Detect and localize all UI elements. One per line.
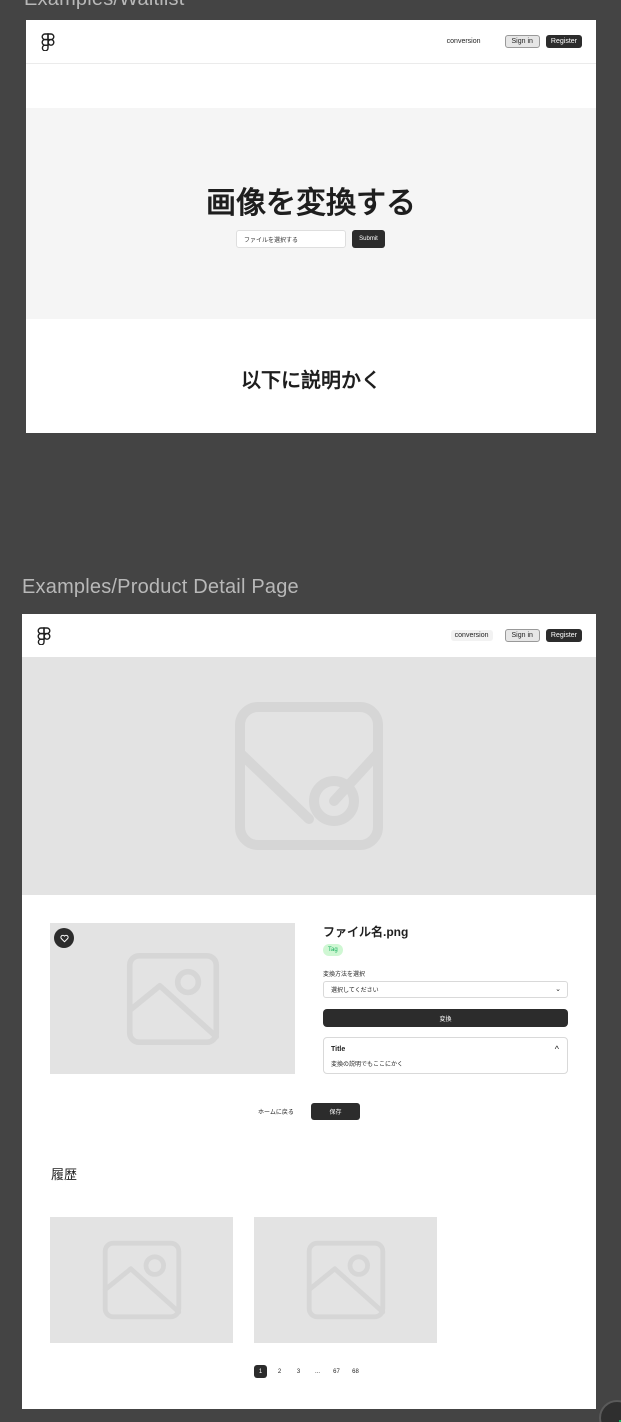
pagination: 1 2 3 ... 67 68 bbox=[254, 1365, 362, 1378]
register-button[interactable]: Register bbox=[545, 629, 582, 642]
file-select-input[interactable]: ファイルを選択する bbox=[236, 230, 346, 248]
page-button-2[interactable]: 2 bbox=[273, 1365, 286, 1378]
banner-image bbox=[22, 657, 596, 895]
register-button[interactable]: Register bbox=[545, 35, 582, 48]
nav-link-conversion[interactable]: conversion bbox=[450, 630, 493, 641]
product-detail-frame: conversion Sign in Register ファイル名.png Ta… bbox=[22, 614, 596, 1409]
accordion-item[interactable]: Title ^ 変換の説明でもここにかく bbox=[323, 1037, 568, 1074]
history-title: 履歴 bbox=[51, 1167, 78, 1182]
frame-label-product: Examples/Product Detail Page bbox=[22, 576, 299, 598]
page-button-1[interactable]: 1 bbox=[254, 1365, 267, 1378]
hero-title: 画像を変換する bbox=[206, 187, 416, 220]
nav-actions: conversion Sign in Register bbox=[443, 35, 582, 48]
image-placeholder-icon bbox=[235, 702, 383, 850]
figma-logo-icon[interactable] bbox=[41, 33, 55, 51]
nav-link-conversion[interactable]: conversion bbox=[443, 36, 485, 47]
select-label: 変換方法を選択 bbox=[323, 972, 366, 978]
image-placeholder-icon bbox=[102, 1240, 181, 1320]
chevron-up-icon[interactable]: ^ bbox=[555, 1044, 559, 1054]
product-image bbox=[50, 923, 295, 1074]
hero-section: 画像を変換する ファイルを選択する Submit bbox=[26, 108, 596, 319]
heart-icon bbox=[59, 934, 69, 942]
product-tag: Tag bbox=[323, 944, 343, 956]
section-title: 以下に説明かく bbox=[241, 370, 381, 392]
top-navigation: conversion Sign in Register bbox=[22, 614, 596, 657]
page-ellipsis: ... bbox=[314, 1368, 320, 1375]
sign-in-button[interactable]: Sign in bbox=[504, 35, 540, 48]
submit-button[interactable]: Submit bbox=[352, 230, 385, 248]
top-navigation: conversion Sign in Register bbox=[26, 20, 596, 64]
nav-actions: conversion Sign in Register bbox=[450, 629, 582, 642]
convert-button[interactable]: 変換 bbox=[323, 1009, 568, 1027]
page-button-67[interactable]: 67 bbox=[330, 1365, 343, 1378]
history-item-image[interactable] bbox=[254, 1217, 437, 1343]
save-button[interactable]: 保存 bbox=[311, 1103, 360, 1120]
image-placeholder-icon bbox=[306, 1240, 385, 1320]
select-value: 選択してください bbox=[331, 988, 379, 994]
figma-logo-icon[interactable] bbox=[37, 627, 51, 645]
accordion-content: 変換の説明でもここにかく bbox=[331, 1062, 404, 1068]
back-to-home-link[interactable]: ホームに戻る bbox=[258, 1107, 294, 1116]
product-name: ファイル名.png bbox=[323, 925, 409, 939]
accordion-title: Title bbox=[331, 1046, 346, 1053]
image-placeholder-icon bbox=[126, 952, 219, 1045]
chevron-down-icon: ⌄ bbox=[555, 986, 561, 993]
waitlist-frame: conversion Sign in Register 画像を変換する ファイル… bbox=[26, 20, 596, 433]
favorite-button[interactable] bbox=[54, 928, 74, 948]
history-item-image[interactable] bbox=[50, 1217, 233, 1343]
floating-widget[interactable] bbox=[599, 1400, 621, 1422]
frame-label-waitlist: Examples/Waitlist bbox=[24, 0, 184, 11]
page-button-68[interactable]: 68 bbox=[349, 1365, 362, 1378]
conversion-method-select[interactable]: 選択してください ⌄ bbox=[323, 981, 568, 998]
page-button-3[interactable]: 3 bbox=[292, 1365, 305, 1378]
sign-in-button[interactable]: Sign in bbox=[504, 629, 540, 642]
